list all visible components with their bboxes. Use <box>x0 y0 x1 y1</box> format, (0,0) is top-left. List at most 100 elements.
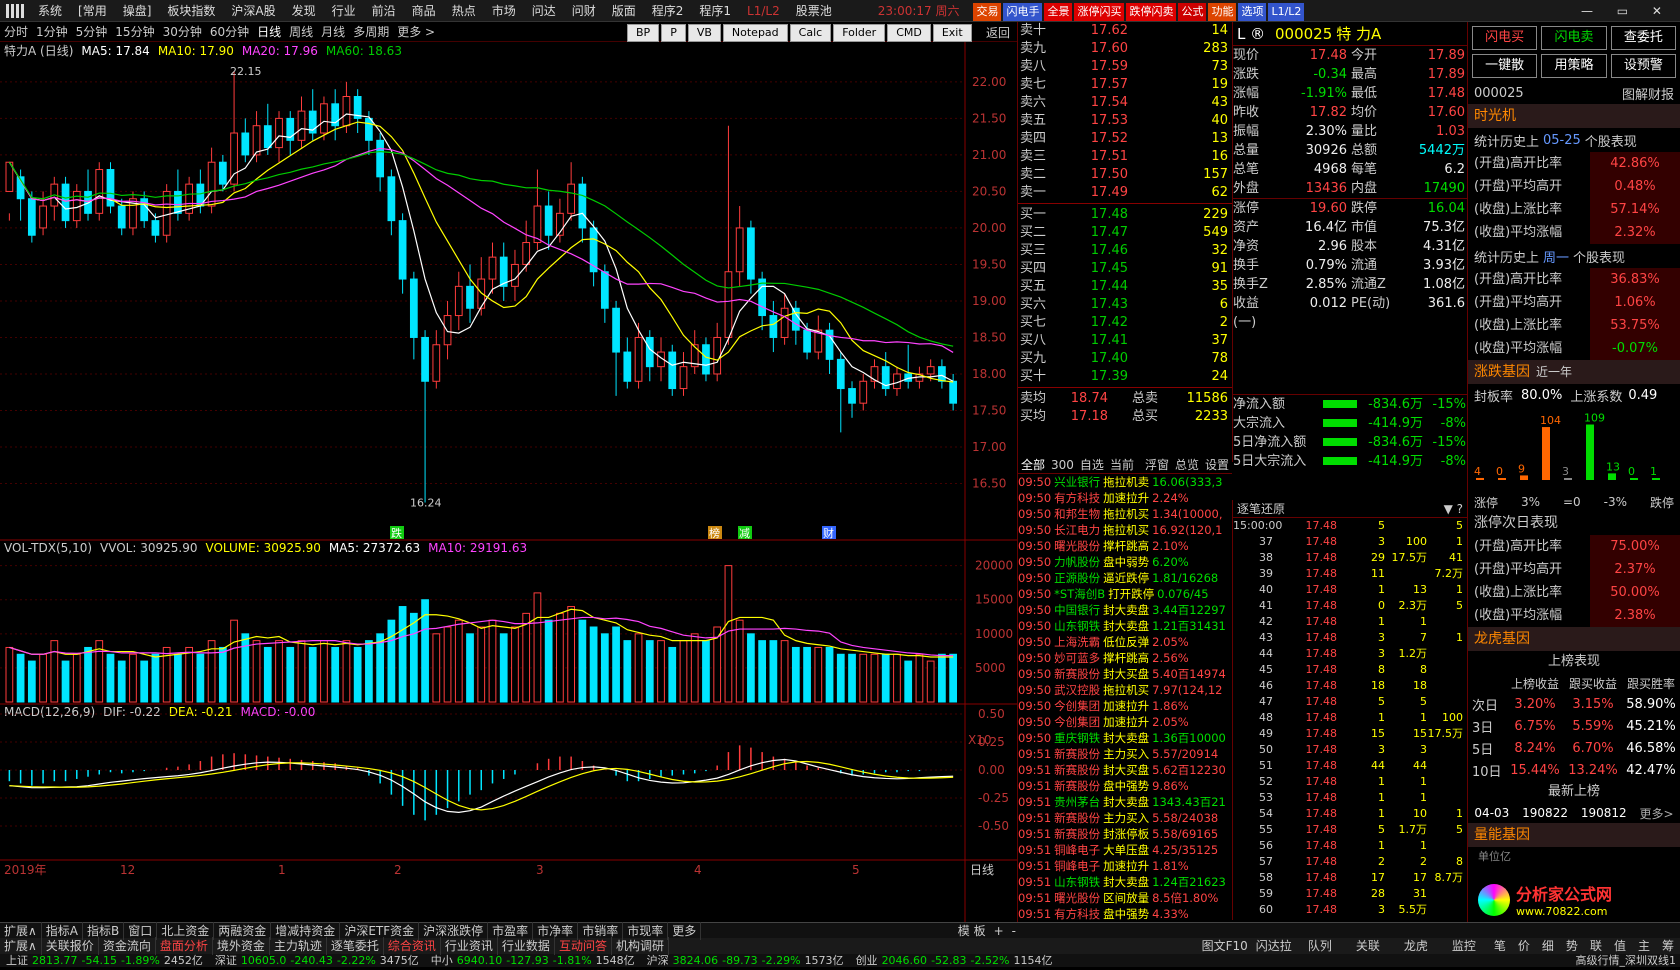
bid-row[interactable]: 买六17.436 <box>1018 296 1232 314</box>
menu-item-8[interactable]: 商品 <box>404 0 444 22</box>
menu-item-10[interactable]: 市场 <box>484 0 524 22</box>
bid-row[interactable]: 买五17.4435 <box>1018 278 1232 296</box>
ticker-item[interactable]: 09:50长江电力拖拉机买16.92(120,1 <box>1018 522 1232 538</box>
trades-filter-icon[interactable]: ▼ ? <box>1444 502 1467 516</box>
action-btn-0[interactable]: 闪电买 <box>1472 26 1537 50</box>
bid-row[interactable]: 买四17.4591 <box>1018 260 1232 278</box>
detail-tab[interactable]: 主 <box>1632 937 1656 955</box>
menu-item-14[interactable]: 程序2 <box>644 0 692 22</box>
detail-tab[interactable]: 笔 <box>1488 937 1512 955</box>
indicator-tab[interactable]: 更多 <box>668 922 701 940</box>
ticker-item[interactable]: 09:51新赛股份主力买入5.58/24038 <box>1018 810 1232 826</box>
menu-item-1[interactable]: [常用 <box>70 0 115 22</box>
ticker-item[interactable]: 09:50有方科技加速拉升2.24% <box>1018 490 1232 506</box>
event-marker[interactable]: 跌 <box>391 526 402 540</box>
ticker-item[interactable]: 09:51铜峰电子大单压盘4.25/35125 <box>1018 842 1232 858</box>
ask-row[interactable]: 卖六17.5443 <box>1018 94 1232 112</box>
bid-row[interactable]: 买一17.48229 <box>1018 206 1232 224</box>
timeframe-1[interactable]: 1分钟 <box>32 22 72 42</box>
tag-4[interactable]: 跌停闪卖 <box>1126 3 1176 21</box>
ask-row[interactable]: 卖四17.5213 <box>1018 130 1232 148</box>
menu-item-4[interactable]: 沪深A股 <box>223 0 283 22</box>
finance-link[interactable]: 图解财报 <box>1622 84 1674 103</box>
time-machine-header[interactable]: 时光机 <box>1468 104 1680 128</box>
ticker-item[interactable]: 09:51有方科技盘中强势4.33% <box>1018 906 1232 922</box>
menu-item-17[interactable]: 股票池 <box>788 0 840 22</box>
latest-cell[interactable]: 更多> <box>1640 805 1674 822</box>
volume-gene-header[interactable]: 量能基因 <box>1468 823 1680 847</box>
ask-row[interactable]: 卖十17.6214 <box>1018 22 1232 40</box>
tag-7[interactable]: 选项 <box>1238 3 1266 21</box>
menu-item-2[interactable]: 操盘] <box>115 0 160 22</box>
menu-item-3[interactable]: 板块指数 <box>159 0 223 22</box>
tool-btn-7[interactable]: Exit <box>933 24 972 42</box>
ticker-item[interactable]: 09:51新赛股份主力买入5.57/20914 <box>1018 746 1232 762</box>
tag-6[interactable]: 功能 <box>1208 3 1236 21</box>
timeframe-8[interactable]: 月线 <box>317 22 349 42</box>
timeframe-3[interactable]: 15分钟 <box>111 22 158 42</box>
template-tab[interactable]: 模 板 <box>954 922 990 940</box>
tag-0[interactable]: 交易 <box>973 3 1001 21</box>
ticker-tab-3[interactable]: 当前 <box>1107 456 1137 473</box>
ask-row[interactable]: 卖五17.5340 <box>1018 112 1232 130</box>
app-icon[interactable] <box>6 4 24 18</box>
ticker-item[interactable]: 09:50重庆钢铁封大卖盘1.36百10000 <box>1018 730 1232 746</box>
zoom-out[interactable]: - <box>1008 922 1020 940</box>
bid-row[interactable]: 买七17.422 <box>1018 314 1232 332</box>
ticker-item[interactable]: 09:50山东钢铁封大卖盘1.21百31431 <box>1018 618 1232 634</box>
ask-row[interactable]: 卖八17.5973 <box>1018 58 1232 76</box>
ticker-item[interactable]: 09:51铜峰电子加速拉升1.81% <box>1018 858 1232 874</box>
stat-date[interactable]: 05-25 <box>1543 133 1581 148</box>
ticker-tab-5[interactable]: 总览 <box>1172 456 1202 473</box>
action-btn-3[interactable]: 一键散 <box>1472 54 1537 78</box>
ticker-item[interactable]: 09:50妙可蓝多撑杆跳高2.56% <box>1018 650 1232 666</box>
timeframe-4[interactable]: 30分钟 <box>159 22 206 42</box>
ticker-item[interactable]: 09:51新赛股份盘中强势9.86% <box>1018 778 1232 794</box>
bid-row[interactable]: 买八17.4137 <box>1018 332 1232 350</box>
timeframe-5[interactable]: 60分钟 <box>206 22 253 42</box>
f10-tab[interactable]: 图文F10 <box>1198 937 1252 955</box>
chart-svg[interactable]: 特力A (日线)MA5: 17.84MA10: 17.90MA20: 17.96… <box>0 42 1017 922</box>
tag-1[interactable]: 闪电手 <box>1003 3 1042 21</box>
ticker-item[interactable]: 09:51新赛股份封大买盘5.62百12230 <box>1018 762 1232 778</box>
ticker-tab-6[interactable]: 设置 <box>1202 456 1232 473</box>
timeframe-2[interactable]: 5分钟 <box>72 22 112 42</box>
ticker-item[interactable]: 09:51新赛股份封涨停板5.58/69165 <box>1018 826 1232 842</box>
ticker-item[interactable]: 09:50中国银行封大卖盘3.44百12297 <box>1018 602 1232 618</box>
timeframe-10[interactable]: 更多 > <box>393 22 439 42</box>
tool-btn-5[interactable]: Folder <box>833 24 885 42</box>
ticker-item[interactable]: 09:50今创集团加速拉升1.86% <box>1018 698 1232 714</box>
ticker-item[interactable]: 09:50曙光股份撑杆跳高2.10% <box>1018 538 1232 554</box>
bid-row[interactable]: 买十17.3924 <box>1018 368 1232 386</box>
menu-item-7[interactable]: 前沿 <box>364 0 404 22</box>
tool-btn-3[interactable]: Notepad <box>723 24 788 42</box>
menu-item-12[interactable]: 问财 <box>564 0 604 22</box>
detail-tab[interactable]: 筹 <box>1656 937 1680 955</box>
ticker-item[interactable]: 09:50武汉控股拖拉机买7.97(124,12 <box>1018 682 1232 698</box>
ticker-tab-0[interactable]: 全部 <box>1018 456 1048 473</box>
lhb-header[interactable]: 龙虎基因 <box>1468 627 1680 651</box>
ask-row[interactable]: 卖九17.60283 <box>1018 40 1232 58</box>
tool-btn-1[interactable]: P <box>661 24 686 42</box>
ticker-item[interactable]: 09:50力帆股份盘中弱势6.20% <box>1018 554 1232 570</box>
menu-item-9[interactable]: 热点 <box>444 0 484 22</box>
bid-row[interactable]: 买三17.4632 <box>1018 242 1232 260</box>
menu-item-5[interactable]: 发现 <box>284 0 324 22</box>
menu-item-15[interactable]: 程序1 <box>691 0 739 22</box>
ask-row[interactable]: 卖七17.5719 <box>1018 76 1232 94</box>
menu-item-13[interactable]: 版面 <box>604 0 644 22</box>
action-btn-4[interactable]: 用策略 <box>1541 54 1606 78</box>
ticker-item[interactable]: 09:50*ST海创B打开跌停0.076/45 <box>1018 586 1232 602</box>
timeframe-9[interactable]: 多周期 <box>349 22 393 42</box>
detail-tab[interactable]: 势 <box>1560 937 1584 955</box>
ticker-item[interactable]: 09:51贵州茅台封大卖盘1343.43百21 <box>1018 794 1232 810</box>
tag-3[interactable]: 涨停闪买 <box>1074 3 1124 21</box>
ticker-tab-1[interactable]: 300 <box>1048 458 1077 472</box>
ticker-item[interactable]: 09:50今创集团加速拉升2.05% <box>1018 714 1232 730</box>
flash-tab[interactable]: 闪达拉 <box>1252 937 1296 955</box>
action-btn-5[interactable]: 设预警 <box>1611 54 1676 78</box>
stat-date[interactable]: 周一 <box>1543 247 1569 266</box>
event-marker[interactable]: 财 <box>823 526 834 540</box>
lower-tab[interactable]: 龙虎 <box>1392 937 1440 955</box>
bid-row[interactable]: 买九17.4078 <box>1018 350 1232 368</box>
